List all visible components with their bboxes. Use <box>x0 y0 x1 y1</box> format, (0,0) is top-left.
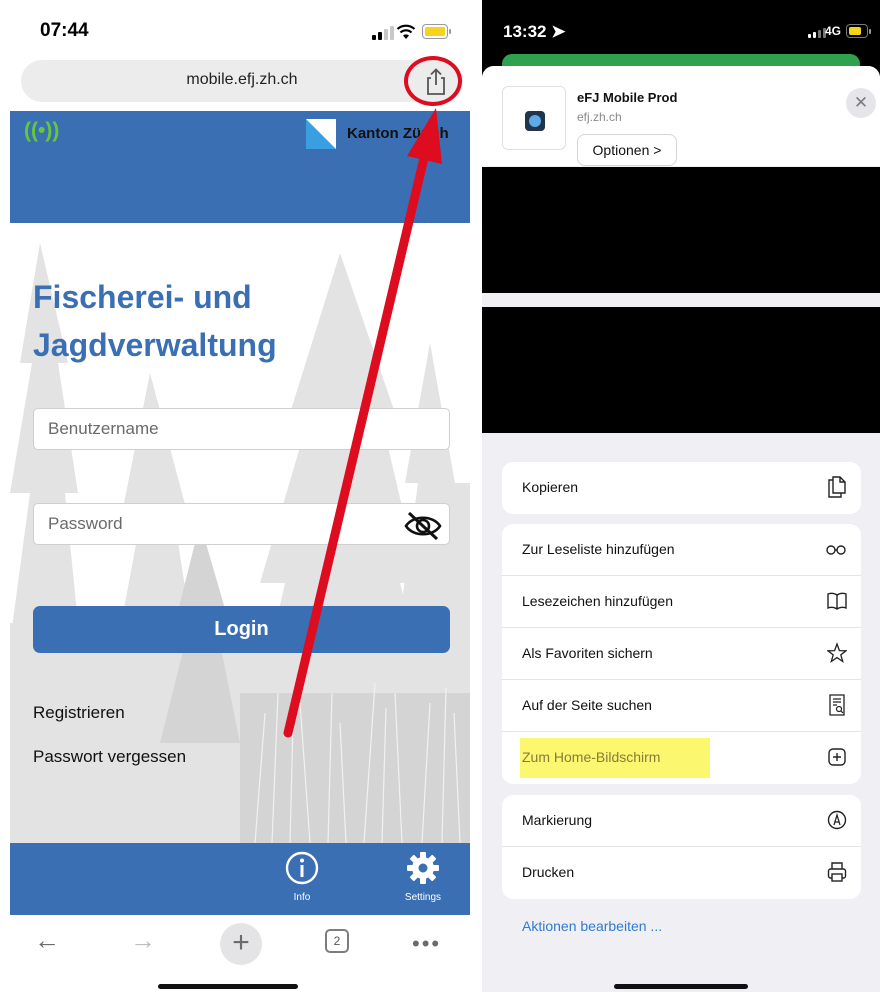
status-time: 13:32 ➤ <box>503 22 566 41</box>
username-input[interactable] <box>34 409 449 449</box>
redacted-block-1 <box>482 167 880 293</box>
more-dots-icon[interactable]: ••• <box>412 931 441 957</box>
redacted-block-2 <box>482 307 880 433</box>
options-button[interactable]: Optionen > <box>577 134 677 166</box>
status-time: 07:44 <box>40 20 89 41</box>
app-icon <box>502 86 566 150</box>
page-title-line1: Fischerei- und <box>33 279 252 315</box>
footer-info[interactable]: Info <box>280 851 324 903</box>
left-phone-screen: 07:44 mobile.efj.zh.ch ((•)) Kanton Züri… <box>0 0 470 992</box>
info-icon <box>285 851 319 885</box>
app-domain: efj.zh.ch <box>577 110 622 124</box>
star-icon <box>827 642 847 664</box>
action-add-to-home-label: Zum Home-Bildschirm <box>522 749 661 765</box>
forgot-password-link[interactable]: Passwort vergessen <box>33 747 186 767</box>
action-bookmark-label: Lesezeichen hinzufügen <box>522 593 674 609</box>
action-find-on-page-label: Auf der Seite suchen <box>522 697 652 713</box>
home-indicator <box>158 984 298 989</box>
signal-icon <box>808 28 826 38</box>
right-phone-screen: 13:32 ➤ 4G eFJ Mobile Prod efj.zh.ch Opt… <box>482 0 880 992</box>
glasses-icon <box>826 545 846 555</box>
action-markup-label: Markierung <box>522 812 593 828</box>
action-reading-list[interactable]: Zur Leseliste hinzufügen <box>502 524 861 576</box>
password-input[interactable] <box>34 504 449 544</box>
radio-signal-icon: ((•)) <box>24 119 60 142</box>
app-name: eFJ Mobile Prod <box>577 90 678 105</box>
eye-slash-icon[interactable] <box>403 510 443 542</box>
browser-toolbar: ← → + 2 ••• <box>0 915 470 967</box>
action-copy-label: Kopieren <box>522 479 579 495</box>
action-group-markup: Markierung Drucken <box>502 795 861 899</box>
edit-actions-link[interactable]: Aktionen bearbeiten ... <box>522 918 662 934</box>
action-find-on-page[interactable]: Auf der Seite suchen <box>502 680 861 732</box>
back-arrow-icon[interactable]: ← <box>34 925 60 956</box>
add-square-icon <box>828 748 846 766</box>
action-group-main: Zur Leseliste hinzufügen Lesezeichen hin… <box>502 524 861 784</box>
app-card: eFJ Mobile Prod efj.zh.ch Optionen > ✕ <box>482 66 880 166</box>
action-bookmark[interactable]: Lesezeichen hinzufügen <box>502 576 861 628</box>
gear-icon <box>407 852 439 884</box>
highlight-circle <box>404 56 462 106</box>
printer-icon <box>827 862 847 882</box>
app-header: ((•)) Kanton Zürich <box>10 111 470 223</box>
close-icon[interactable]: ✕ <box>846 88 876 118</box>
page-title-line2: Jagdverwaltung <box>33 327 277 363</box>
username-field[interactable] <box>33 408 450 450</box>
info-label: Info <box>293 892 311 903</box>
wifi-icon <box>396 24 416 39</box>
status-time-value: 13:32 <box>503 22 547 41</box>
forward-arrow-icon[interactable]: → <box>130 925 156 956</box>
battery-icon <box>422 24 451 39</box>
page-title: Fischerei- und Jagdverwaltung <box>33 273 277 369</box>
canton-label: Kanton Zürich <box>347 125 449 142</box>
action-favorites[interactable]: Als Favoriten sichern <box>502 628 861 680</box>
share-sheet: eFJ Mobile Prod efj.zh.ch Optionen > ✕ K… <box>482 66 880 992</box>
login-button[interactable]: Login <box>33 606 450 653</box>
settings-label: Settings <box>404 892 442 903</box>
copy-icon <box>828 476 846 498</box>
home-indicator <box>614 984 748 989</box>
footer-settings[interactable]: Settings <box>398 851 448 903</box>
find-in-page-icon <box>829 694 845 716</box>
markup-icon <box>827 810 847 830</box>
action-print[interactable]: Drucken <box>502 847 861 899</box>
network-type: 4G <box>825 24 842 38</box>
action-reading-list-label: Zur Leseliste hinzufügen <box>522 541 675 557</box>
tab-count-button[interactable]: 2 <box>325 929 349 953</box>
status-bar: 07:44 <box>0 0 470 56</box>
register-link[interactable]: Registrieren <box>33 703 125 723</box>
app-footer: Info Settings <box>10 843 470 915</box>
signal-icon <box>372 26 394 40</box>
new-tab-plus-icon[interactable]: + <box>220 923 262 965</box>
address-url[interactable]: mobile.efj.zh.ch <box>21 71 463 89</box>
action-copy[interactable]: Kopieren <box>502 462 861 514</box>
password-field[interactable] <box>33 503 450 545</box>
login-panel: Fischerei- und Jagdverwaltung Login Regi… <box>10 223 470 843</box>
action-favorites-label: Als Favoriten sichern <box>522 645 653 661</box>
battery-icon <box>846 24 871 38</box>
action-markup[interactable]: Markierung <box>502 795 861 847</box>
action-print-label: Drucken <box>522 864 575 880</box>
action-group-copy: Kopieren <box>502 462 861 514</box>
action-add-to-home[interactable]: Zum Home-Bildschirm <box>502 732 861 784</box>
address-bar[interactable]: mobile.efj.zh.ch <box>21 60 463 102</box>
canton-flag-icon <box>306 119 336 149</box>
book-icon <box>827 592 847 610</box>
